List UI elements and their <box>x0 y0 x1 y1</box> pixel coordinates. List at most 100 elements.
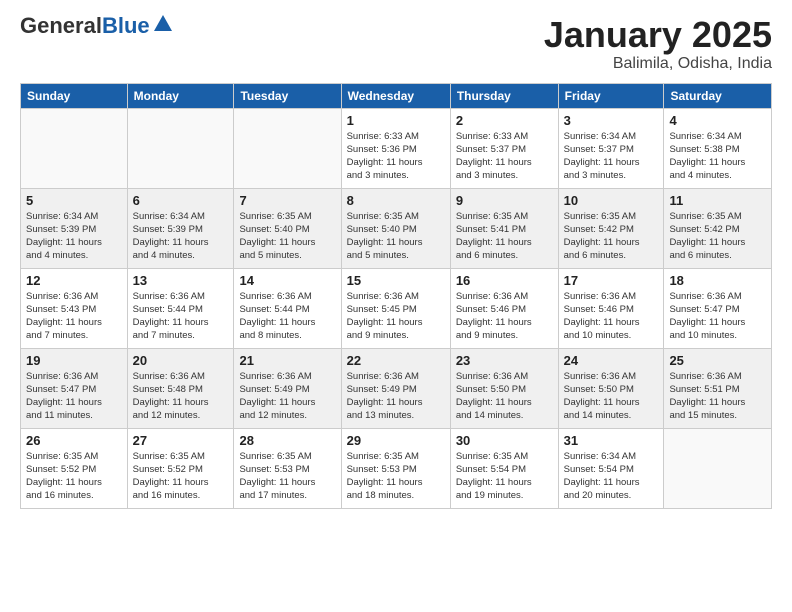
day-number: 26 <box>26 433 122 448</box>
day-number: 4 <box>669 113 766 128</box>
day-info: Sunrise: 6:35 AM Sunset: 5:40 PM Dayligh… <box>239 210 335 263</box>
day-info: Sunrise: 6:34 AM Sunset: 5:54 PM Dayligh… <box>564 450 659 503</box>
day-info: Sunrise: 6:36 AM Sunset: 5:50 PM Dayligh… <box>564 370 659 423</box>
day-number: 7 <box>239 193 335 208</box>
calendar-cell: 14 Sunrise: 6:36 AM Sunset: 5:44 PM Dayli… <box>234 268 341 348</box>
calendar-cell: 6 Sunrise: 6:34 AM Sunset: 5:39 PM Daylig… <box>127 188 234 268</box>
calendar-cell: 16 Sunrise: 6:36 AM Sunset: 5:46 PM Dayli… <box>450 268 558 348</box>
week-row: 26 Sunrise: 6:35 AM Sunset: 5:52 PM Dayli… <box>21 428 772 508</box>
calendar-cell: 24 Sunrise: 6:36 AM Sunset: 5:50 PM Dayli… <box>558 348 664 428</box>
header-tuesday: Tuesday <box>234 83 341 108</box>
day-info: Sunrise: 6:35 AM Sunset: 5:52 PM Dayligh… <box>133 450 229 503</box>
day-number: 24 <box>564 353 659 368</box>
header-monday: Monday <box>127 83 234 108</box>
day-info: Sunrise: 6:36 AM Sunset: 5:49 PM Dayligh… <box>239 370 335 423</box>
calendar-cell: 13Sunrise: 6:36 AM Sunset: 5:44 PM Dayli… <box>127 268 234 348</box>
calendar-cell: 18Sunrise: 6:36 AM Sunset: 5:47 PM Dayli… <box>664 268 772 348</box>
calendar-cell: 9 Sunrise: 6:35 AM Sunset: 5:41 PM Daylig… <box>450 188 558 268</box>
day-info: Sunrise: 6:36 AM Sunset: 5:44 PM Dayligh… <box>239 290 335 343</box>
day-number: 14 <box>239 273 335 288</box>
logo-icon <box>152 13 174 35</box>
calendar-cell: 11 Sunrise: 6:35 AM Sunset: 5:42 PM Dayli… <box>664 188 772 268</box>
calendar-cell: 23 Sunrise: 6:36 AM Sunset: 5:50 PM Dayli… <box>450 348 558 428</box>
day-number: 17 <box>564 273 659 288</box>
day-info: Sunrise: 6:36 AM Sunset: 5:46 PM Dayligh… <box>456 290 553 343</box>
location-subtitle: Balimila, Odisha, India <box>544 55 772 73</box>
day-info: Sunrise: 6:36 AM Sunset: 5:47 PM Dayligh… <box>669 290 766 343</box>
day-number: 27 <box>133 433 229 448</box>
day-number: 3 <box>564 113 659 128</box>
day-info: Sunrise: 6:33 AM Sunset: 5:37 PM Dayligh… <box>456 130 553 183</box>
day-info: Sunrise: 6:34 AM Sunset: 5:37 PM Dayligh… <box>564 130 659 183</box>
day-number: 23 <box>456 353 553 368</box>
calendar-cell <box>234 108 341 188</box>
calendar-cell: 8Sunrise: 6:35 AM Sunset: 5:40 PM Daylig… <box>341 188 450 268</box>
calendar-cell: 22 Sunrise: 6:36 AM Sunset: 5:49 PM Dayli… <box>341 348 450 428</box>
day-info: Sunrise: 6:35 AM Sunset: 5:41 PM Dayligh… <box>456 210 553 263</box>
day-info: Sunrise: 6:35 AM Sunset: 5:52 PM Dayligh… <box>26 450 122 503</box>
day-info: Sunrise: 6:36 AM Sunset: 5:48 PM Dayligh… <box>133 370 229 423</box>
day-number: 5 <box>26 193 122 208</box>
calendar-cell: 3 Sunrise: 6:34 AM Sunset: 5:37 PM Daylig… <box>558 108 664 188</box>
header-saturday: Saturday <box>664 83 772 108</box>
day-info: Sunrise: 6:36 AM Sunset: 5:44 PM Dayligh… <box>133 290 229 343</box>
week-row: 1 Sunrise: 6:33 AM Sunset: 5:36 PM Daylig… <box>21 108 772 188</box>
logo-blue-text: Blue <box>102 13 150 38</box>
day-info: Sunrise: 6:36 AM Sunset: 5:50 PM Dayligh… <box>456 370 553 423</box>
month-title: January 2025 <box>544 15 772 55</box>
day-number: 25 <box>669 353 766 368</box>
day-number: 15 <box>347 273 445 288</box>
calendar-cell: 21 Sunrise: 6:36 AM Sunset: 5:49 PM Dayli… <box>234 348 341 428</box>
header-wednesday: Wednesday <box>341 83 450 108</box>
day-number: 2 <box>456 113 553 128</box>
day-info: Sunrise: 6:35 AM Sunset: 5:42 PM Dayligh… <box>669 210 766 263</box>
calendar-cell: 25Sunrise: 6:36 AM Sunset: 5:51 PM Dayli… <box>664 348 772 428</box>
page-header: GeneralBlue January 2025 Balimila, Odish… <box>20 15 772 73</box>
week-row: 19 Sunrise: 6:36 AM Sunset: 5:47 PM Dayli… <box>21 348 772 428</box>
calendar-cell: 29Sunrise: 6:35 AM Sunset: 5:53 PM Dayli… <box>341 428 450 508</box>
header-thursday: Thursday <box>450 83 558 108</box>
day-info: Sunrise: 6:35 AM Sunset: 5:42 PM Dayligh… <box>564 210 659 263</box>
calendar-cell: 27 Sunrise: 6:35 AM Sunset: 5:52 PM Dayli… <box>127 428 234 508</box>
calendar-cell <box>21 108 128 188</box>
day-number: 19 <box>26 353 122 368</box>
day-info: Sunrise: 6:35 AM Sunset: 5:53 PM Dayligh… <box>347 450 445 503</box>
day-number: 30 <box>456 433 553 448</box>
day-info: Sunrise: 6:36 AM Sunset: 5:49 PM Dayligh… <box>347 370 445 423</box>
calendar-cell: 31 Sunrise: 6:34 AM Sunset: 5:54 PM Dayli… <box>558 428 664 508</box>
day-number: 22 <box>347 353 445 368</box>
day-number: 6 <box>133 193 229 208</box>
weekday-header-row: Sunday Monday Tuesday Wednesday Thursday… <box>21 83 772 108</box>
day-number: 16 <box>456 273 553 288</box>
day-info: Sunrise: 6:36 AM Sunset: 5:43 PM Dayligh… <box>26 290 122 343</box>
calendar-cell <box>127 108 234 188</box>
day-number: 21 <box>239 353 335 368</box>
day-number: 10 <box>564 193 659 208</box>
day-info: Sunrise: 6:36 AM Sunset: 5:45 PM Dayligh… <box>347 290 445 343</box>
day-info: Sunrise: 6:35 AM Sunset: 5:54 PM Dayligh… <box>456 450 553 503</box>
day-info: Sunrise: 6:34 AM Sunset: 5:38 PM Dayligh… <box>669 130 766 183</box>
calendar-cell <box>664 428 772 508</box>
logo: GeneralBlue <box>20 15 174 37</box>
day-number: 20 <box>133 353 229 368</box>
day-info: Sunrise: 6:34 AM Sunset: 5:39 PM Dayligh… <box>133 210 229 263</box>
calendar-cell: 30 Sunrise: 6:35 AM Sunset: 5:54 PM Dayli… <box>450 428 558 508</box>
day-number: 1 <box>347 113 445 128</box>
day-number: 31 <box>564 433 659 448</box>
calendar-cell: 28Sunrise: 6:35 AM Sunset: 5:53 PM Dayli… <box>234 428 341 508</box>
calendar-cell: 15 Sunrise: 6:36 AM Sunset: 5:45 PM Dayli… <box>341 268 450 348</box>
day-info: Sunrise: 6:34 AM Sunset: 5:39 PM Dayligh… <box>26 210 122 263</box>
day-number: 12 <box>26 273 122 288</box>
day-number: 9 <box>456 193 553 208</box>
title-block: January 2025 Balimila, Odisha, India <box>544 15 772 73</box>
header-sunday: Sunday <box>21 83 128 108</box>
calendar-table: Sunday Monday Tuesday Wednesday Thursday… <box>20 83 772 509</box>
calendar-cell: 17 Sunrise: 6:36 AM Sunset: 5:46 PM Dayli… <box>558 268 664 348</box>
week-row: 12 Sunrise: 6:36 AM Sunset: 5:43 PM Dayli… <box>21 268 772 348</box>
day-info: Sunrise: 6:36 AM Sunset: 5:46 PM Dayligh… <box>564 290 659 343</box>
day-info: Sunrise: 6:33 AM Sunset: 5:36 PM Dayligh… <box>347 130 445 183</box>
day-number: 11 <box>669 193 766 208</box>
day-info: Sunrise: 6:36 AM Sunset: 5:47 PM Dayligh… <box>26 370 122 423</box>
calendar-cell: 1 Sunrise: 6:33 AM Sunset: 5:36 PM Daylig… <box>341 108 450 188</box>
calendar-cell: 12 Sunrise: 6:36 AM Sunset: 5:43 PM Dayli… <box>21 268 128 348</box>
